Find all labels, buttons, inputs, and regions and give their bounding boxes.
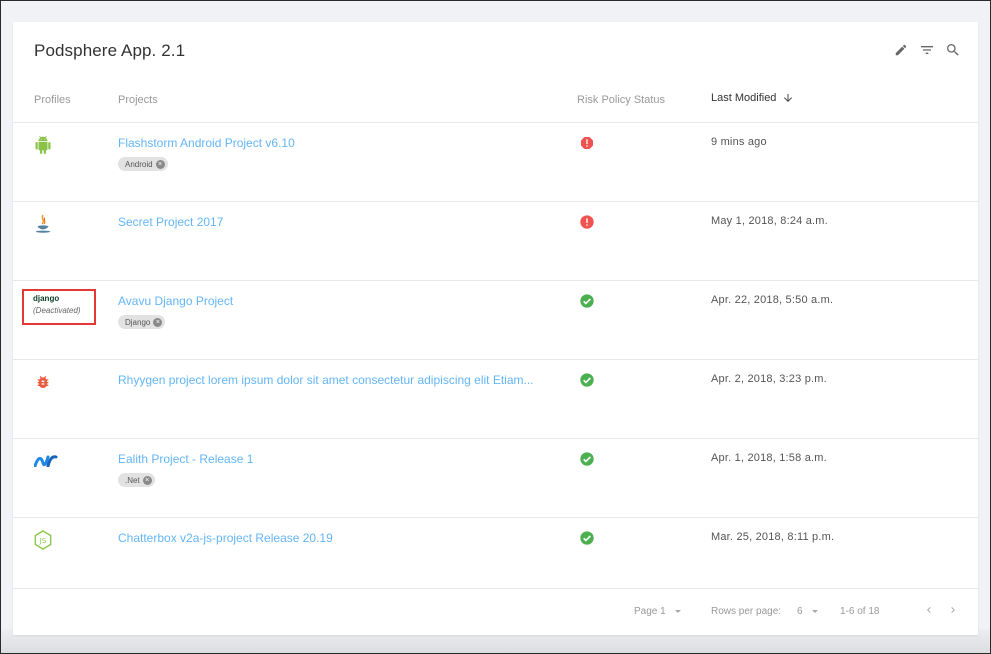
remove-tag-icon[interactable]: × xyxy=(153,317,163,327)
table-row[interactable]: Ealith Project - Release 1 .Net × Apr. 1… xyxy=(13,439,978,518)
rows-per-page-label: Rows per page: xyxy=(711,606,781,617)
page-select[interactable]: Page 1 xyxy=(634,606,681,617)
page-select-label: Page 1 xyxy=(634,606,666,617)
last-modified: 9 mins ago xyxy=(711,136,767,148)
android-icon xyxy=(33,135,53,155)
status-error-icon xyxy=(579,135,595,151)
rows-per-page-value: 6 xyxy=(797,606,803,617)
previous-page-button[interactable] xyxy=(922,603,936,617)
table-row[interactable]: JS Chatterbox v2a-js-project Release 20.… xyxy=(13,518,978,589)
tag-label: Android xyxy=(125,159,153,169)
last-modified: Apr. 22, 2018, 5:50 a.m. xyxy=(711,294,834,306)
edit-icon xyxy=(895,44,907,56)
status-ok-icon xyxy=(579,530,595,546)
rows-per-page-text: Rows per page: xyxy=(711,606,782,617)
last-modified: Apr. 2, 2018, 3:23 p.m. xyxy=(711,373,827,385)
edit-button[interactable] xyxy=(892,41,910,59)
deactivated-profile-highlight: django (Deactivated) xyxy=(22,289,96,325)
tag-label: Django xyxy=(125,317,151,327)
projects-card: Podsphere App. 2.1 Profiles Projects Ris… xyxy=(13,22,978,635)
status-ok-icon xyxy=(579,372,595,388)
dropdown-caret-icon xyxy=(811,610,818,613)
project-link[interactable]: Ealith Project - Release 1 xyxy=(118,452,253,466)
page-title: Podsphere App. 2.1 xyxy=(34,41,186,60)
filter-icon xyxy=(921,46,933,54)
project-link[interactable]: Rhyygen project lorem ipsum dolor sit am… xyxy=(118,373,534,387)
column-header-last-modified[interactable]: Last Modified xyxy=(711,92,794,104)
rows-per-page-select[interactable]: 6 xyxy=(797,606,818,617)
status-error-icon xyxy=(579,214,595,230)
nodejs-icon: JS xyxy=(33,530,53,550)
last-modified: May 1, 2018, 8:24 a.m. xyxy=(711,215,828,227)
dropdown-caret-icon xyxy=(674,610,681,613)
chevron-left-icon xyxy=(927,607,931,613)
table-row[interactable]: Secret Project 2017 May 1, 2018, 8:24 a.… xyxy=(13,202,978,281)
table-row[interactable]: Rhyygen project lorem ipsum dolor sit am… xyxy=(13,360,978,439)
last-modified: Mar. 25, 2018, 8:11 p.m. xyxy=(711,531,835,543)
column-header-profiles[interactable]: Profiles xyxy=(34,94,71,106)
filter-button[interactable] xyxy=(918,41,936,59)
status-ok-icon xyxy=(579,293,595,309)
search-icon xyxy=(947,44,959,56)
status-ok-icon xyxy=(579,451,595,467)
tag-label: .Net xyxy=(125,475,140,485)
pagination-footer: Page 1 Rows per page: 6 1-6 of 18 xyxy=(13,589,978,635)
card-header: Podsphere App. 2.1 xyxy=(13,22,978,80)
toolbar xyxy=(892,41,962,59)
tag-chip: .Net × xyxy=(118,473,155,487)
remove-tag-icon[interactable]: × xyxy=(142,475,152,485)
django-logo: django xyxy=(33,294,60,303)
java-icon xyxy=(33,214,53,234)
table-row[interactable]: Flashstorm Android Project v6.10 Android… xyxy=(13,123,978,202)
chevron-right-icon xyxy=(951,607,955,613)
column-header-risk-policy-status[interactable]: Risk Policy Status xyxy=(577,94,665,106)
deactivated-label: (Deactivated) xyxy=(33,306,81,315)
tag-chip: Django × xyxy=(118,315,166,329)
table-row[interactable]: django (Deactivated) Avavu Django Projec… xyxy=(13,281,978,360)
search-button[interactable] xyxy=(944,41,962,59)
remove-tag-icon[interactable]: × xyxy=(155,159,165,169)
last-modified: Apr. 1, 2018, 1:58 a.m. xyxy=(711,452,827,464)
project-link[interactable]: Secret Project 2017 xyxy=(118,215,223,229)
project-link[interactable]: Chatterbox v2a-js-project Release 20.19 xyxy=(118,531,333,545)
dotnet-icon xyxy=(33,451,59,471)
project-link[interactable]: Avavu Django Project xyxy=(118,294,233,308)
next-page-button[interactable] xyxy=(946,603,960,617)
column-header-label: Last Modified xyxy=(711,92,777,104)
project-link[interactable]: Flashstorm Android Project v6.10 xyxy=(118,136,295,150)
tag-chip: Android × xyxy=(118,157,168,171)
page-range: 1-6 of 18 xyxy=(840,606,880,617)
column-header-projects[interactable]: Projects xyxy=(118,94,158,106)
table-header: Profiles Projects Risk Policy Status Las… xyxy=(13,80,978,123)
sort-descending-arrow-icon xyxy=(784,94,793,102)
bug-icon xyxy=(33,372,53,392)
svg-text:JS: JS xyxy=(39,536,47,545)
